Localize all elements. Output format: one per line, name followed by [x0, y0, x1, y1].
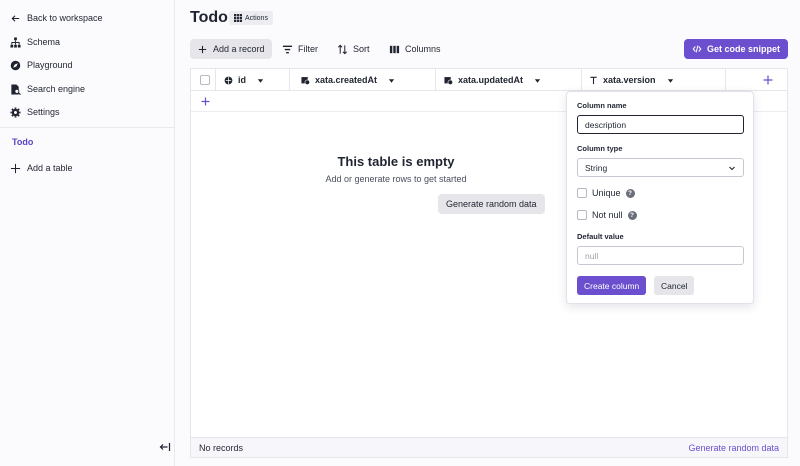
columns-icon	[389, 45, 400, 53]
default-value-input[interactable]	[577, 246, 744, 265]
sort-icon	[338, 44, 347, 54]
caret-down-icon[interactable]	[667, 77, 674, 84]
column-divider	[581, 69, 582, 91]
table-header: id xata.createdAt xata.updatedAt xata.ve…	[191, 69, 787, 91]
not-null-checkbox-row[interactable]: Not null ?	[577, 210, 637, 220]
get-code-snippet-button[interactable]: Get code snippet	[683, 39, 788, 59]
sitemap-icon	[10, 36, 21, 48]
add-row-icon[interactable]	[200, 96, 211, 107]
default-value-label: Default value	[577, 232, 624, 241]
not-null-label: Not null	[592, 210, 623, 220]
sidebar-divider	[0, 127, 175, 128]
not-null-checkbox[interactable]	[577, 210, 587, 220]
grid-icon	[234, 14, 242, 22]
sidebar-item-label: Schema	[27, 37, 61, 47]
collapse-sidebar-icon[interactable]	[159, 441, 171, 453]
columns-label: Columns	[405, 44, 441, 54]
empty-state-title: This table is empty	[337, 154, 455, 169]
sidebar: Back to workspace Schema Playground Sear…	[0, 0, 175, 466]
column-type-value: String	[585, 162, 608, 173]
gear-icon	[10, 106, 21, 118]
column-header-id[interactable]: id	[224, 69, 264, 91]
column-header-updatedat[interactable]: xata.updatedAt	[444, 69, 541, 91]
sort-label: Sort	[353, 44, 370, 54]
chevron-down-icon	[729, 166, 735, 170]
caret-down-icon[interactable]	[257, 77, 264, 84]
sidebar-table-todo[interactable]: Todo	[12, 137, 33, 147]
back-to-workspace-label: Back to workspace	[27, 13, 103, 23]
add-record-button[interactable]: Add a record	[190, 39, 272, 59]
code-icon	[692, 45, 702, 53]
checkbox[interactable]	[200, 75, 210, 85]
empty-state-subtitle: Add or generate rows to get started	[325, 174, 467, 184]
sidebar-item-settings[interactable]: Settings	[10, 103, 60, 121]
select-all-checkbox[interactable]	[200, 69, 210, 91]
table-footer: No records Generate random data	[191, 437, 787, 457]
caret-down-icon[interactable]	[534, 77, 541, 84]
actions-label: Actions	[245, 14, 268, 22]
plus-icon	[198, 45, 207, 53]
add-column-icon[interactable]	[761, 73, 775, 87]
document-search-icon	[11, 83, 21, 95]
column-header-label: xata.version	[603, 75, 656, 85]
caret-down-icon[interactable]	[388, 77, 395, 84]
calendar-clock-icon	[301, 76, 310, 85]
add-column-popover: Column name Column type String Unique ? …	[566, 91, 754, 304]
back-to-workspace-link[interactable]: Back to workspace	[10, 9, 103, 27]
help-icon[interactable]: ?	[627, 210, 637, 220]
actions-button[interactable]: Actions	[229, 11, 273, 25]
add-table-button[interactable]: Add a table	[10, 159, 73, 177]
filter-label: Filter	[298, 44, 318, 54]
column-name-label: Column name	[577, 101, 627, 110]
sidebar-item-label: Playground	[27, 60, 73, 70]
plus-icon	[10, 163, 21, 173]
unique-checkbox[interactable]	[577, 188, 587, 198]
sidebar-item-schema[interactable]: Schema	[10, 33, 60, 51]
cancel-button[interactable]: Cancel	[654, 276, 695, 295]
columns-button[interactable]: Columns	[382, 39, 448, 59]
text-type-icon	[590, 76, 597, 84]
column-name-input[interactable]	[577, 115, 744, 134]
add-record-label: Add a record	[213, 44, 265, 54]
column-divider	[215, 69, 216, 91]
column-type-label: Column type	[577, 144, 623, 153]
column-divider	[435, 69, 436, 91]
sort-button[interactable]: Sort	[330, 39, 377, 59]
unique-checkbox-row[interactable]: Unique ?	[577, 188, 635, 198]
compass-icon	[10, 60, 21, 70]
column-header-version[interactable]: xata.version	[589, 69, 674, 91]
generate-random-data-button[interactable]: Generate random data	[438, 194, 545, 214]
calendar-clock-icon	[444, 76, 453, 85]
column-type-select[interactable]: String	[577, 158, 744, 177]
column-divider	[725, 69, 726, 91]
unique-label: Unique	[592, 188, 621, 198]
column-divider	[289, 69, 290, 91]
column-header-label: xata.createdAt	[315, 75, 378, 85]
arrow-left-icon	[11, 14, 20, 22]
filter-button[interactable]: Filter	[275, 39, 325, 59]
filter-icon	[282, 45, 293, 53]
sidebar-item-label: Search engine	[27, 84, 86, 94]
add-table-label: Add a table	[27, 163, 73, 173]
sidebar-item-playground[interactable]: Playground	[10, 56, 73, 74]
snippet-label: Get code snippet	[706, 44, 780, 54]
sidebar-item-search-engine[interactable]: Search engine	[10, 80, 85, 98]
column-header-label: id	[238, 75, 246, 85]
column-header-label: xata.updatedAt	[458, 75, 524, 85]
record-count: No records	[199, 443, 244, 453]
sidebar-item-label: Settings	[27, 107, 60, 117]
help-icon[interactable]: ?	[625, 188, 635, 198]
id-icon	[224, 76, 233, 84]
create-column-button[interactable]: Create column	[577, 276, 647, 295]
footer-generate-link[interactable]: Generate random data	[688, 443, 779, 453]
page-title: Todo	[190, 9, 228, 26]
column-header-createdat[interactable]: xata.createdAt	[301, 69, 395, 91]
